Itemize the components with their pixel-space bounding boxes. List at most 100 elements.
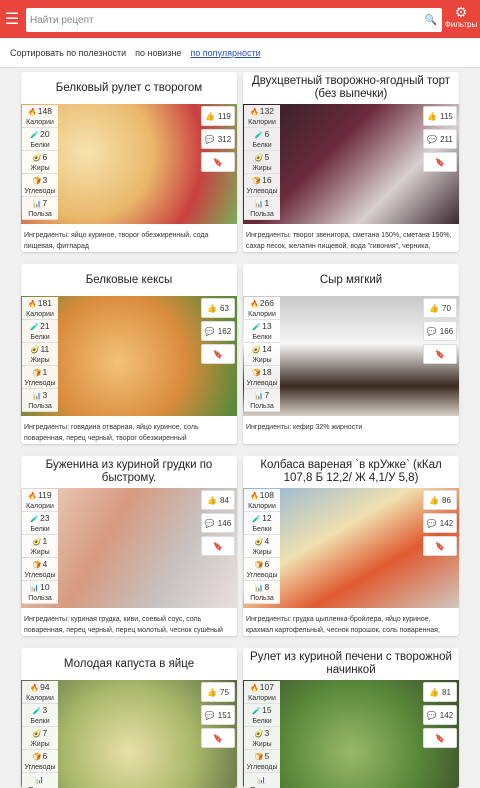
comments-button[interactable]: 💬 211: [423, 129, 457, 149]
recipe-title[interactable]: Белковые кексы: [21, 264, 237, 296]
recipe-card[interactable]: Буженина из куриной грудки по быстрому. …: [21, 456, 237, 636]
stat-use-icon: 📊: [254, 585, 264, 592]
nutrition-stats: 🔥94 Калории 🧪3 Белки 🥑7 Жиры 🍞6Углеводы📊Польза: [22, 681, 58, 788]
comment-icon: 💬: [204, 326, 215, 336]
stat-prot-icon: 🧪: [30, 132, 40, 139]
thumbs-up-icon: 👍: [429, 687, 440, 697]
sort-bar: Сортировать по полезности по новизне по …: [0, 38, 480, 68]
stat-carb-icon: 🍞: [32, 178, 42, 185]
comments-button[interactable]: 💬 142: [423, 513, 457, 533]
search-input[interactable]: [26, 9, 420, 31]
stat-carb: 🍞1 Углеводы: [22, 366, 58, 389]
comments-button[interactable]: 💬 142: [423, 705, 457, 725]
recipe-card[interactable]: Молодая капуста в яйце 🔥94 Калории 🧪3 Белки…: [21, 648, 237, 788]
stat-use-value: 1: [264, 198, 270, 208]
recipe-card[interactable]: Рулет из куриной печени с творожной начи…: [243, 648, 459, 788]
stat-cal-label: Калории: [248, 119, 276, 126]
stat-carb-value: 6: [264, 559, 270, 569]
ingredients-text: Ингредиенты: куриная грудка, киви, соевы…: [24, 616, 223, 634]
stat-cal: 🔥107 Калории: [244, 681, 280, 704]
comment-icon: 💬: [426, 710, 437, 720]
stat-cal-icon: 🔥: [250, 301, 259, 308]
stat-carb-label: Углеводы: [24, 572, 56, 579]
filters-button[interactable]: ⚙ Фильтры: [442, 4, 480, 36]
stat-carb: 🍞5 Углеводы: [244, 750, 280, 773]
comments-count: 211: [440, 134, 453, 144]
thumbs-up-icon: 👍: [207, 687, 218, 697]
stat-prot-label: Белки: [252, 526, 272, 533]
like-button[interactable]: 👍 84: [201, 490, 235, 510]
bookmark-icon: 🔖: [435, 349, 445, 359]
search-icon[interactable]: 🔍: [420, 15, 442, 26]
like-button[interactable]: 👍 81: [423, 682, 457, 702]
stat-carb-icon: 🍞: [254, 754, 264, 761]
like-button[interactable]: 👍 115: [423, 106, 457, 126]
stat-use-icon: 📊: [32, 201, 42, 208]
stat-cal-value: 148: [37, 106, 52, 116]
stat-use: 📊1 Польза: [244, 197, 280, 220]
stat-cal: 🔥119 Калории: [22, 489, 58, 512]
bookmark-button[interactable]: 🔖: [201, 536, 235, 556]
bookmark-icon: 🔖: [213, 733, 223, 743]
nutrition-stats: 🔥266 Калории 🧪13 Белки 🥑14 Жиры 🍞18 Углеводы 📊7 П…: [244, 297, 280, 412]
stat-carb-label: Углеводы: [246, 188, 278, 195]
recipe-actions: 👍 115 💬 211 🔖: [423, 106, 457, 175]
stat-cal: 🔥148 Калории: [22, 105, 58, 128]
stat-prot-label: Белки: [252, 142, 272, 149]
comment-icon: 💬: [204, 134, 215, 144]
bookmark-button[interactable]: 🔖: [201, 728, 235, 748]
sort-option-popular[interactable]: по популярности: [190, 48, 260, 58]
recipe-title[interactable]: Белковый рулет с творогом: [21, 72, 237, 104]
bookmark-button[interactable]: 🔖: [423, 152, 457, 172]
stat-prot-icon: 🧪: [32, 708, 42, 715]
recipe-card[interactable]: Белковые кексы 🔥181 Калории 🧪21 Белки 🥑11 Жир…: [21, 264, 237, 444]
stat-cal-label: Калории: [248, 695, 276, 702]
comments-button[interactable]: 💬 146: [201, 513, 235, 533]
stat-use-label: Польза: [250, 403, 274, 410]
like-button[interactable]: 👍 70: [423, 298, 457, 318]
comment-icon: 💬: [427, 134, 438, 144]
stat-prot-label: Белки: [252, 334, 272, 341]
stat-cal-value: 119: [38, 490, 52, 500]
bookmark-icon: 🔖: [435, 541, 445, 551]
bookmark-icon: 🔖: [435, 733, 445, 743]
bookmark-button[interactable]: 🔖: [423, 344, 457, 364]
recipe-card[interactable]: Колбаса вареная `в крУжке` (кКал 107,8 Б…: [243, 456, 459, 636]
recipe-card[interactable]: Двухцветный творожно-ягодный торт (без в…: [243, 72, 459, 252]
recipe-title[interactable]: Двухцветный творожно-ягодный торт (без в…: [243, 72, 459, 104]
like-button[interactable]: 👍 75: [201, 682, 235, 702]
likes-count: 63: [220, 303, 229, 313]
like-button[interactable]: 👍 63: [201, 298, 235, 318]
recipe-card[interactable]: Белковый рулет с творогом 🔥148 Калории 🧪20…: [21, 72, 237, 252]
comments-count: 151: [217, 710, 232, 720]
stat-prot-value: 23: [40, 513, 50, 523]
recipe-title[interactable]: Рулет из куриной печени с творожной начи…: [243, 648, 459, 680]
comment-icon: 💬: [204, 518, 215, 528]
like-button[interactable]: 👍 86: [423, 490, 457, 510]
comments-count: 312: [217, 134, 232, 144]
stat-use: 📊7 Польза: [244, 389, 280, 412]
stat-fat-value: 14: [262, 344, 272, 354]
recipe-title[interactable]: Сыр мягкий: [243, 264, 459, 296]
recipe-title[interactable]: Молодая капуста в яйце: [21, 648, 237, 680]
comments-button[interactable]: 💬 312: [201, 129, 235, 149]
recipe-card[interactable]: Сыр мягкий 🔥266 Калории 🧪13 Белки 🥑14 Жиры 🍞18…: [243, 264, 459, 444]
bookmark-button[interactable]: 🔖: [423, 536, 457, 556]
sort-option-newest[interactable]: по новизне: [135, 48, 181, 58]
recipe-title[interactable]: Колбаса вареная `в крУжке` (кКал 107,8 Б…: [243, 456, 459, 488]
bookmark-button[interactable]: 🔖: [201, 152, 235, 172]
stat-use-label: Польза: [28, 211, 52, 218]
like-button[interactable]: 👍 119: [201, 106, 235, 126]
bookmark-button[interactable]: 🔖: [201, 344, 235, 364]
stat-prot-icon: 🧪: [252, 708, 262, 715]
stat-cal-icon: 🔥: [28, 109, 37, 116]
stat-prot: 🧪21 Белки: [22, 320, 58, 343]
comments-button[interactable]: 💬 162: [201, 321, 235, 341]
stat-fat-value: 11: [40, 344, 50, 354]
menu-icon[interactable]: ☰: [0, 0, 24, 38]
comments-button[interactable]: 💬 151: [201, 705, 235, 725]
stat-fat: 🥑1 Жиры: [22, 535, 58, 558]
bookmark-button[interactable]: 🔖: [423, 728, 457, 748]
comments-button[interactable]: 💬 166: [423, 321, 457, 341]
recipe-title[interactable]: Буженина из куриной грудки по быстрому.: [21, 456, 237, 488]
